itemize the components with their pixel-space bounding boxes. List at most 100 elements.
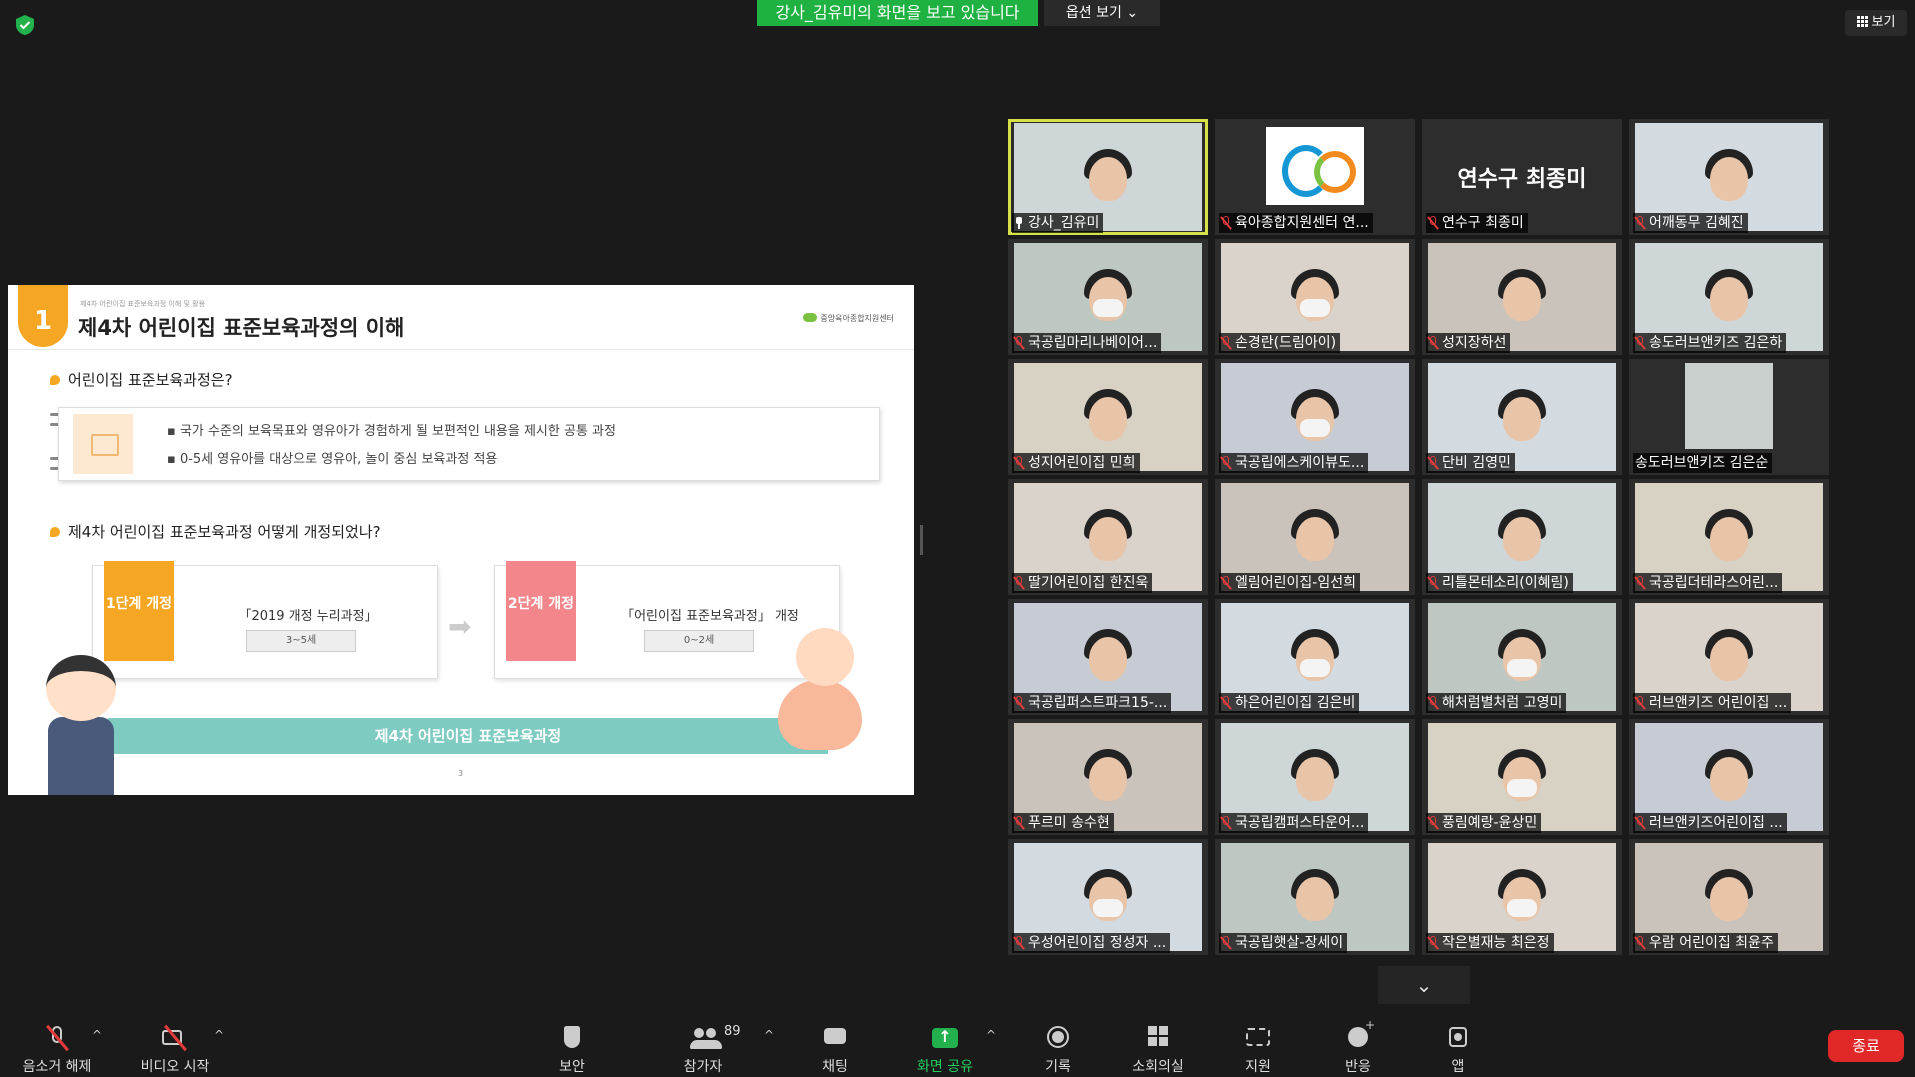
participant-name-text: 작은별재능 최은정	[1442, 935, 1550, 951]
definition-bullet-2: ▪ 0-5세 영유아를 대상으로 영유아, 놀이 중심 보육과정 적용	[167, 452, 498, 467]
participant-name: 하은어린이집 김은비	[1219, 693, 1360, 713]
participant-tile[interactable]: 러브앤키즈어린이집 ...	[1629, 719, 1829, 835]
participant-tile[interactable]: 송도러브앤키즈 김은순	[1629, 359, 1829, 475]
curriculum-bar: 제4차 어린이집 표준보육과정	[108, 718, 828, 754]
view-label: 보기	[1871, 15, 1896, 30]
reactions-button[interactable]: 반응	[1313, 1010, 1403, 1077]
participant-name: 국공립더테라스어린...	[1633, 573, 1783, 593]
participant-tile[interactable]: 국공립더테라스어린...	[1629, 479, 1829, 595]
participant-tile[interactable]: 단비 김영민	[1422, 359, 1622, 475]
participant-video	[1685, 363, 1773, 449]
view-options-button[interactable]: 옵션 보기 ⌄	[1044, 0, 1160, 26]
participant-tile[interactable]: 성지장하선	[1422, 239, 1622, 355]
end-meeting-button[interactable]: 종료	[1828, 1030, 1904, 1062]
view-button[interactable]: 보기	[1845, 10, 1907, 36]
participant-tile[interactable]: 국공립에스케이뷰도...	[1215, 359, 1415, 475]
participant-name-text: 성지장하선	[1442, 335, 1507, 351]
participant-name-text: 연수구 최종미	[1442, 215, 1524, 231]
definition-bullet-2-text: 0-5세 영유아를 대상으로 영유아, 놀이 중심 보육과정 적용	[179, 452, 498, 467]
participant-tile[interactable]: 푸르미 송수현	[1008, 719, 1208, 835]
breakout-rooms-button[interactable]: 소회의실	[1113, 1010, 1203, 1077]
pin-icon	[50, 375, 60, 385]
microphone-muted-icon	[1221, 336, 1231, 349]
participant-tile[interactable]: 리틀몬테소리(이혜림)	[1422, 479, 1622, 595]
reactions-label: 반응	[1345, 1059, 1371, 1075]
participant-tile[interactable]: 작은별재능 최은정	[1422, 839, 1622, 955]
participant-tile[interactable]: 연수구 최종미 연수구 최종미	[1422, 119, 1622, 235]
slide-question-1-text: 어린이집 표준보육과정은?	[68, 371, 233, 389]
start-video-button[interactable]: 비디오 시작	[130, 1010, 220, 1077]
start-video-label: 비디오 시작	[140, 1059, 210, 1075]
participant-tile[interactable]: 우성어린이집 정성자 ...	[1008, 839, 1208, 955]
participant-name: 성지장하선	[1426, 333, 1511, 353]
unmute-button[interactable]: 음소거 해제	[12, 1010, 102, 1077]
panel-splitter[interactable]	[920, 525, 923, 555]
participant-name-text: 육아종합지원센터 연...	[1235, 215, 1369, 231]
security-button[interactable]: 보안	[527, 1010, 617, 1077]
participant-tile[interactable]: 어깨동무 김혜진	[1629, 119, 1829, 235]
gallery-next-page-button[interactable]: ⌄	[1378, 966, 1470, 1004]
participants-options-caret[interactable]: ^	[764, 1028, 774, 1042]
support-button[interactable]: 지원	[1213, 1010, 1303, 1077]
chat-label: 채팅	[822, 1059, 848, 1075]
participant-tile[interactable]: 국공립마리나베이어...	[1008, 239, 1208, 355]
apps-button[interactable]: 앱	[1413, 1010, 1503, 1077]
microphone-muted-icon	[1428, 576, 1438, 589]
share-options-caret[interactable]: ^	[986, 1028, 996, 1042]
participant-name: 국공립퍼스트파크15-...	[1012, 693, 1172, 713]
participant-tile[interactable]: 풍림예랑-윤상민	[1422, 719, 1622, 835]
participant-face	[1503, 517, 1541, 561]
participant-tile[interactable]: 러브앤키즈 어린이집 ...	[1629, 599, 1829, 715]
microphone-muted-icon	[1014, 576, 1024, 589]
chat-button[interactable]: 채팅	[790, 1010, 880, 1077]
participant-face	[1710, 517, 1748, 561]
participant-tile[interactable]: 하은어린이집 김은비	[1215, 599, 1415, 715]
microphone-muted-icon	[1428, 216, 1438, 229]
participant-face	[1296, 757, 1334, 801]
participant-tile[interactable]: 국공립캠퍼스타운어...	[1215, 719, 1415, 835]
share-screen-label: 화면 공유	[917, 1059, 973, 1075]
video-options-caret[interactable]: ^	[214, 1028, 224, 1042]
participant-tile[interactable]: 우람 어린이집 최윤주	[1629, 839, 1829, 955]
participant-name-text: 국공립더테라스어린...	[1649, 575, 1779, 591]
participant-tile[interactable]: 성지어린이집 민희	[1008, 359, 1208, 475]
participant-tile[interactable]: 엘림어린이집-임선희	[1215, 479, 1415, 595]
share-banner: 강사_김유미의 화면을 보고 있습니다	[757, 0, 1038, 26]
microphone-muted-icon	[1635, 936, 1645, 949]
step-2-age: 0~2세	[644, 630, 754, 652]
shared-slide: 1 제4차 어린이집 표준보육과정 이해 및 활용 제4차 어린이집 표준보육과…	[8, 285, 914, 795]
step-1-age: 3~5세	[246, 630, 356, 652]
participants-button[interactable]: 참가자	[658, 1010, 748, 1077]
participant-tile[interactable]: 송도러브앤키즈 김은하	[1629, 239, 1829, 355]
encryption-shield-icon[interactable]	[14, 14, 36, 36]
participant-face	[1296, 397, 1334, 441]
participant-tile[interactable]: 해처럼별처럼 고영미	[1422, 599, 1622, 715]
share-screen-button[interactable]: 화면 공유	[900, 1010, 990, 1077]
girl-illustration-body	[48, 717, 114, 795]
participant-name: 송도러브앤키즈 김은하	[1633, 333, 1787, 353]
participant-name: 딸기어린이집 한진욱	[1012, 573, 1153, 593]
participant-name: 어깨동무 김혜진	[1633, 213, 1748, 233]
microphone-muted-icon	[1221, 456, 1231, 469]
step-2-text: 「어린이집 표준보육과정」 개정	[621, 609, 799, 624]
participant-tile[interactable]: 국공립퍼스트파크15-...	[1008, 599, 1208, 715]
participant-name: 국공립캠퍼스타운어...	[1219, 813, 1369, 833]
participants-icon	[688, 1024, 722, 1052]
participant-tile[interactable]: 강사_김유미	[1008, 119, 1208, 235]
participant-name-text: 딸기어린이집 한진욱	[1028, 575, 1149, 591]
participant-face	[1089, 397, 1127, 441]
participant-name-text: 강사_김유미	[1028, 215, 1100, 231]
participant-face	[1503, 757, 1541, 801]
slide-logo-text: 중앙육아종합지원센터	[820, 314, 894, 323]
breakout-rooms-label: 소회의실	[1132, 1059, 1184, 1075]
record-icon	[1043, 1024, 1073, 1052]
participant-tile[interactable]: 육아종합지원센터 연...	[1215, 119, 1415, 235]
audio-options-caret[interactable]: ^	[92, 1028, 102, 1042]
participant-name-text: 우람 어린이집 최윤주	[1649, 935, 1774, 951]
record-button[interactable]: 기록	[1013, 1010, 1103, 1077]
participant-tile[interactable]: 딸기어린이집 한진욱	[1008, 479, 1208, 595]
participant-tile[interactable]: 국공립햇살-장세이	[1215, 839, 1415, 955]
participant-tile[interactable]: 손경란(드림아이)	[1215, 239, 1415, 355]
definition-box: ▪ 국가 수준의 보육목표와 영유아가 경험하게 될 보편적인 내용을 제시한 …	[58, 407, 880, 481]
participant-face	[1710, 637, 1748, 681]
